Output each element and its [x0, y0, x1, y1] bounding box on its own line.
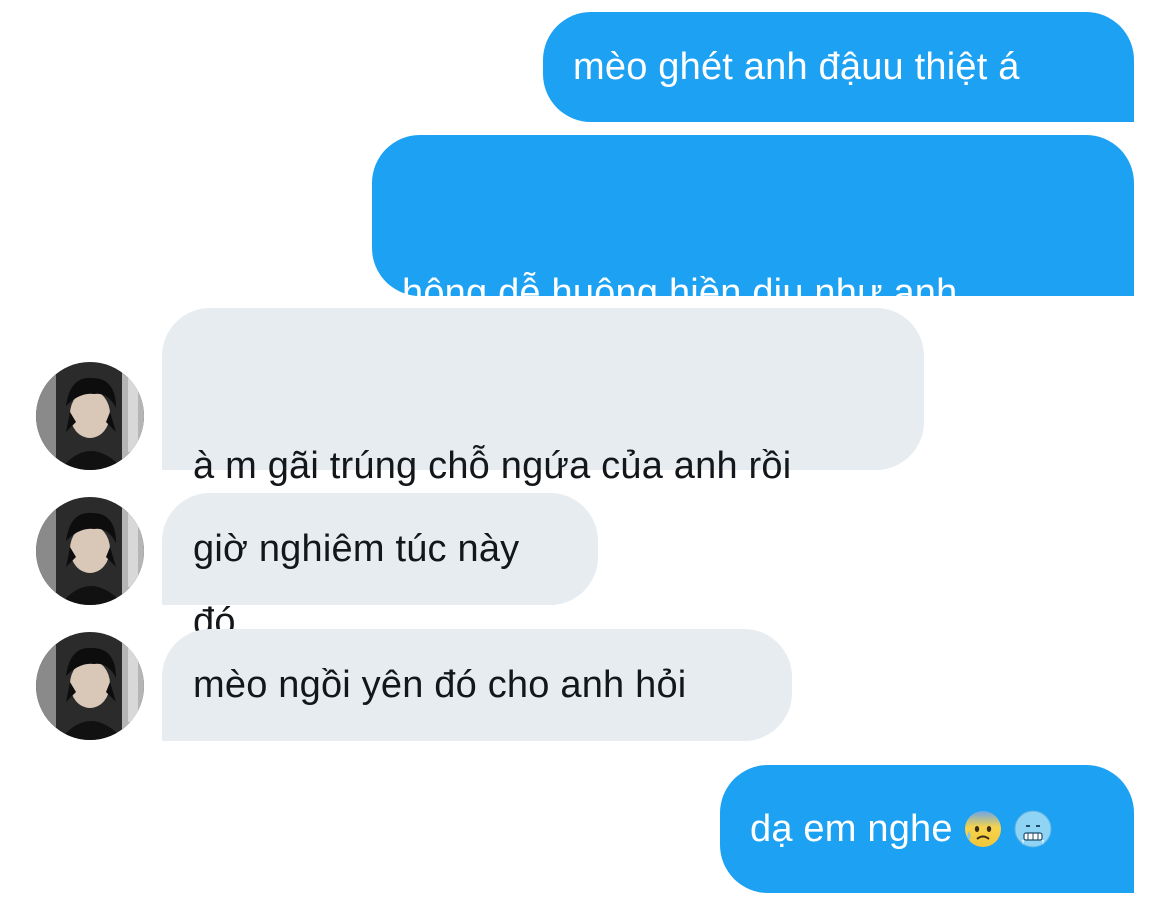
outgoing-message-bubble[interactable]: hông dễ huông hiền dịu như anh hyeonjuni… [372, 135, 1134, 470]
incoming-message-bubble[interactable]: à m gãi trúng chỗ ngứa của anh rồi đó [162, 308, 924, 643]
message-text-line: à m gãi trúng chỗ ngứa của anh rồi [193, 445, 792, 487]
message-thread: mèo ghét anh đậuu thiệt á hông dễ huông … [0, 0, 1170, 897]
incoming-message-bubble[interactable]: giờ nghiêm túc này [162, 493, 598, 605]
message-text: giờ nghiêm túc này [193, 528, 520, 570]
avatar[interactable] [36, 497, 144, 605]
avatar[interactable] [36, 632, 144, 740]
outgoing-message-bubble[interactable]: mèo ghét anh đậuu thiệt á [543, 12, 1134, 122]
avatar[interactable] [36, 362, 144, 470]
message-text: mèo ngồi yên đó cho anh hỏi [193, 664, 687, 706]
message-text: dạ em nghe [750, 808, 953, 850]
cold-face-icon [1014, 810, 1052, 848]
message-text: mèo ghét anh đậuu thiệt á [573, 46, 1020, 88]
incoming-message-bubble[interactable]: mèo ngồi yên đó cho anh hỏi [162, 629, 792, 741]
anxious-face-with-sweat-icon [964, 811, 1001, 847]
outgoing-message-bubble[interactable]: dạ em nghe [720, 765, 1134, 893]
